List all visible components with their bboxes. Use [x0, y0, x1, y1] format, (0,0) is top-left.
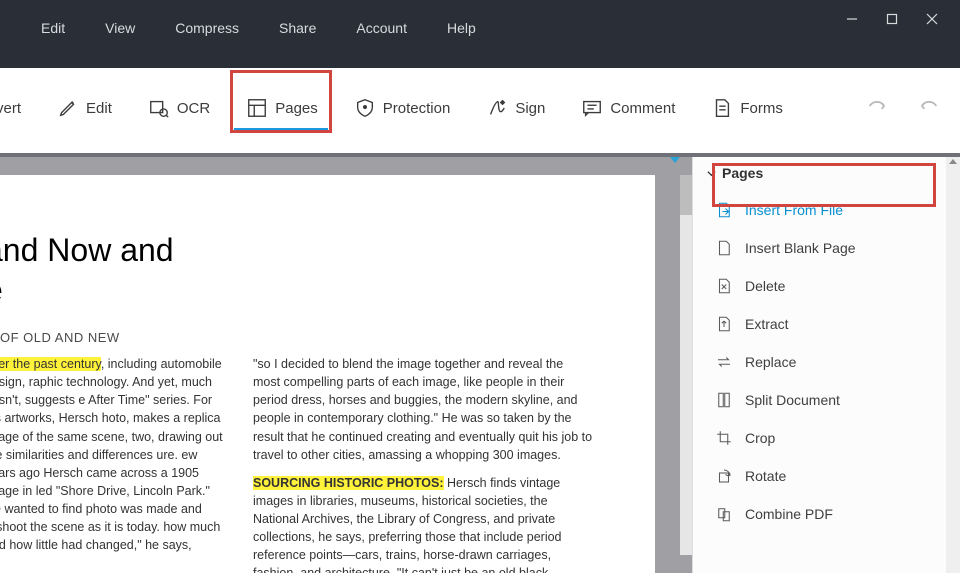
undo-button[interactable]: [918, 95, 940, 122]
split-icon: [715, 391, 733, 409]
menu-help[interactable]: Help: [447, 20, 476, 36]
panel-scrollbar[interactable]: [946, 157, 960, 573]
titlebar: Edit View Compress Share Account Help: [0, 0, 960, 68]
dropdown-arrow-icon[interactable]: [670, 157, 680, 163]
pencil-icon: [57, 97, 79, 119]
toolbar: vert Edit OCR Pages Protection Sign Comm…: [0, 81, 960, 157]
close-icon[interactable]: [926, 12, 938, 30]
forms-button[interactable]: Forms: [705, 93, 789, 123]
protection-button[interactable]: Protection: [348, 93, 457, 123]
shield-icon: [354, 97, 376, 119]
menu-view[interactable]: View: [105, 20, 135, 36]
insert-blank-page[interactable]: Insert Blank Page: [693, 229, 960, 267]
pages-panel: Pages Insert From File Insert Blank Page…: [692, 157, 960, 573]
document-viewport[interactable]: and Now ande OF OLD AND NEW over the pas…: [0, 157, 692, 573]
convert-button[interactable]: vert: [0, 96, 27, 121]
extract-icon: [715, 315, 733, 333]
doc-title: and Now ande: [0, 230, 655, 310]
extract-page[interactable]: Extract: [693, 305, 960, 343]
replace-page[interactable]: Replace: [693, 343, 960, 381]
blank-page-icon: [715, 239, 733, 257]
redo-button[interactable]: [866, 95, 888, 122]
combine-icon: [715, 505, 733, 523]
doc-col2: "so I decided to blend the image togethe…: [253, 355, 593, 573]
comment-icon: [581, 97, 603, 119]
insert-file-icon: [715, 201, 733, 219]
window-controls: [846, 0, 960, 30]
document-page: and Now ande OF OLD AND NEW over the pas…: [0, 175, 655, 573]
edit-button[interactable]: Edit: [51, 93, 118, 123]
split-document[interactable]: Split Document: [693, 381, 960, 419]
menu-edit[interactable]: Edit: [41, 20, 65, 36]
doc-subtitle: OF OLD AND NEW: [0, 330, 655, 345]
delete-page[interactable]: Delete: [693, 267, 960, 305]
doc-scrollbar[interactable]: [680, 175, 692, 555]
menubar: Edit View Compress Share Account Help: [0, 0, 476, 36]
ocr-button[interactable]: OCR: [142, 93, 216, 123]
ocr-icon: [148, 97, 170, 119]
pages-button[interactable]: Pages: [240, 93, 324, 123]
minimize-icon[interactable]: [846, 12, 858, 30]
rotate-page[interactable]: Rotate: [693, 457, 960, 495]
insert-from-file[interactable]: Insert From File: [693, 191, 960, 229]
comment-button[interactable]: Comment: [575, 93, 681, 123]
pages-icon: [246, 97, 268, 119]
menu-account[interactable]: Account: [356, 20, 407, 36]
doc-col1: over the past century, including automob…: [0, 355, 225, 573]
combine-pdf[interactable]: Combine PDF: [693, 495, 960, 533]
forms-icon: [711, 97, 733, 119]
sign-button[interactable]: Sign: [480, 93, 551, 123]
replace-icon: [715, 353, 733, 371]
maximize-icon[interactable]: [886, 12, 898, 30]
menu-compress[interactable]: Compress: [175, 20, 239, 36]
menu-share[interactable]: Share: [279, 20, 316, 36]
panel-header[interactable]: Pages: [693, 157, 960, 189]
content-area: and Now ande OF OLD AND NEW over the pas…: [0, 157, 960, 573]
sign-icon: [486, 97, 508, 119]
pages-active-underline: [234, 128, 328, 131]
rotate-icon: [715, 467, 733, 485]
delete-icon: [715, 277, 733, 295]
crop-icon: [715, 429, 733, 447]
crop-page[interactable]: Crop: [693, 419, 960, 457]
collapse-icon: [707, 169, 716, 178]
